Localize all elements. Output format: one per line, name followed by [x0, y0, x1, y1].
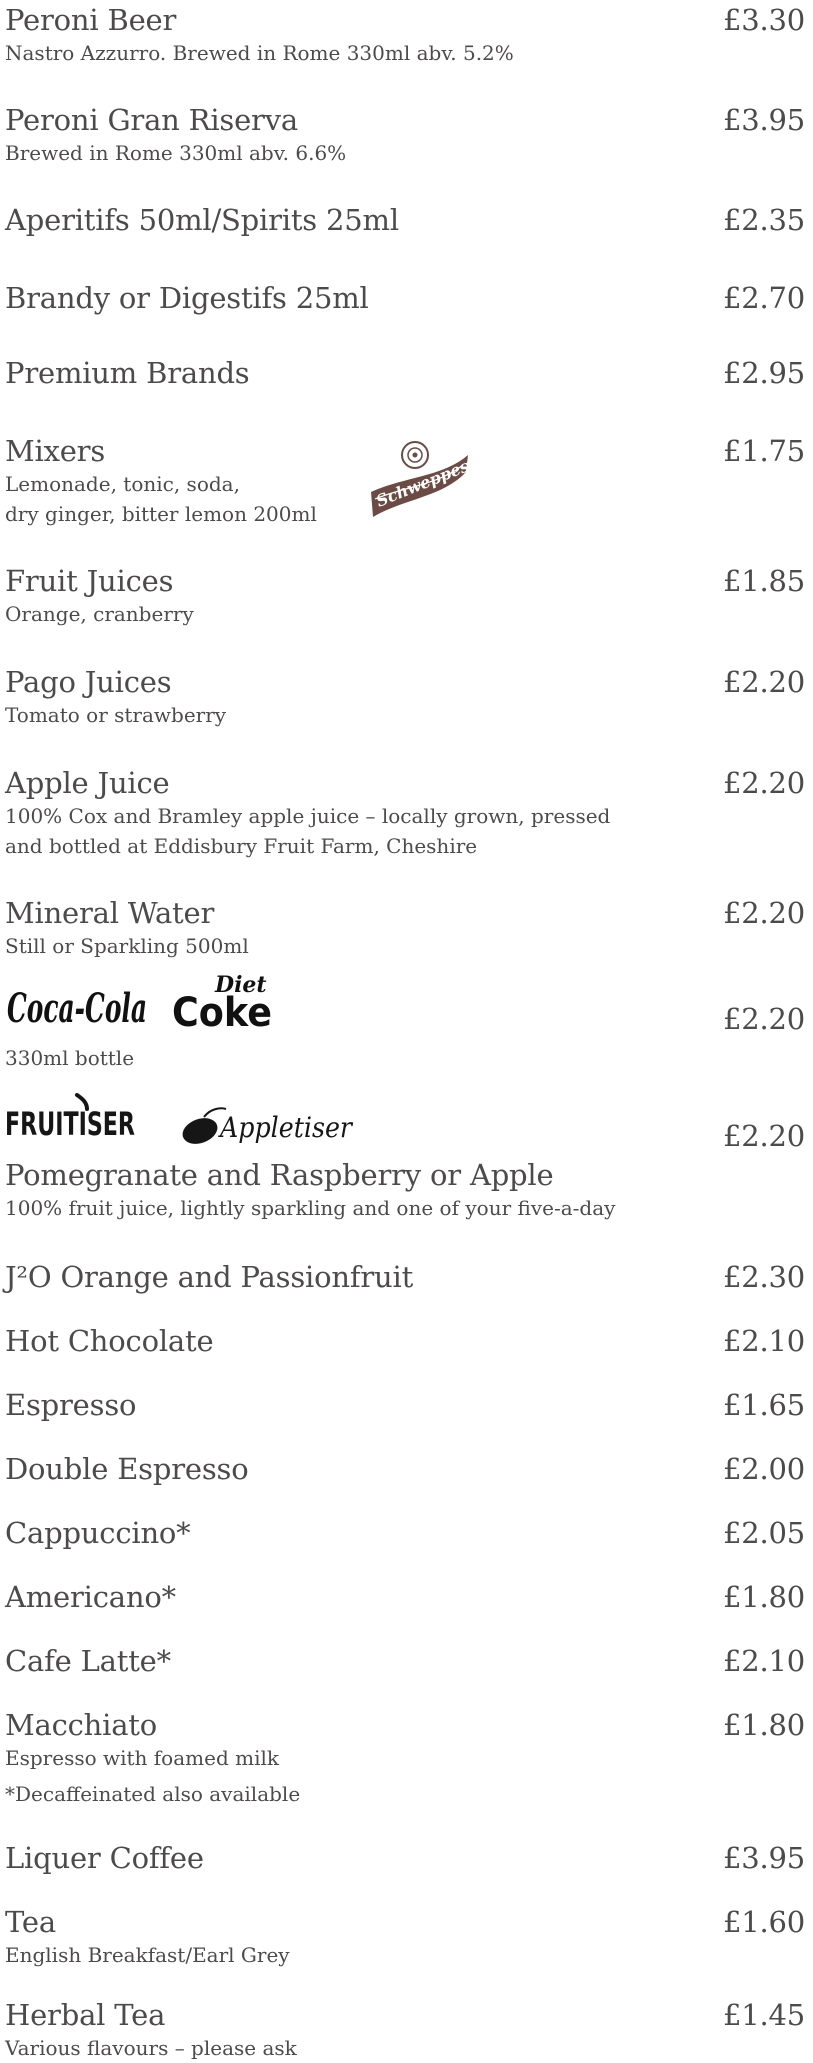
item-description: 100% fruit juice, lightly sparkling and …	[5, 1196, 616, 1220]
item-name: Americano*	[5, 1580, 176, 1614]
coke-wordmark: Coke	[172, 990, 272, 1032]
item-name: Apple Juice	[5, 766, 170, 800]
item-price: £3.95	[722, 103, 805, 137]
menu-item-liquer-coffee: Liquer Coffee £3.95	[5, 1842, 805, 1882]
menu-item-premium-brands: Premium Brands £2.95	[5, 357, 805, 397]
item-description: Lemonade, tonic, soda,	[5, 472, 240, 496]
item-price: £1.85	[722, 564, 805, 598]
item-price: £2.20	[722, 1002, 805, 1036]
item-description: and bottled at Eddisbury Fruit Farm, Che…	[5, 834, 478, 858]
item-description: Still or Sparkling 500ml	[5, 934, 249, 958]
item-price: £2.95	[722, 356, 805, 390]
item-description: Tomato or strawberry	[5, 703, 227, 727]
item-name: Cafe Latte*	[5, 1644, 171, 1678]
item-price: £3.30	[722, 3, 805, 37]
item-price: £2.30	[722, 1260, 805, 1294]
item-name: Hot Chocolate	[5, 1324, 214, 1358]
item-price: £1.80	[722, 1580, 805, 1614]
item-price: £1.60	[722, 1905, 805, 1939]
item-name: Cappuccino*	[5, 1516, 191, 1550]
item-price: £2.20	[722, 896, 805, 930]
menu-item-peroni-gran-riserva: Peroni Gran Riserva £3.95 Brewed in Rome…	[5, 104, 805, 174]
menu-item-hot-chocolate: Hot Chocolate £2.10	[5, 1325, 805, 1365]
menu-item-j2o: J²O Orange and Passionfruit £2.30	[5, 1261, 805, 1301]
item-name: Brandy or Digestifs 25ml	[5, 281, 369, 315]
diet-coke-logo: Diet Coke	[170, 972, 280, 1036]
menu-item-macchiato: Macchiato £1.80 Espresso with foamed mil…	[5, 1709, 805, 1809]
item-price: £2.10	[722, 1644, 805, 1678]
item-name: Pago Juices	[5, 665, 172, 699]
item-price: £2.05	[722, 1516, 805, 1550]
item-description: 330ml bottle	[5, 1046, 135, 1070]
menu-item-mineral-water: Mineral Water £2.20 Still or Sparkling 5…	[5, 897, 805, 967]
item-name: Pomegranate and Raspberry or Apple	[5, 1158, 554, 1192]
fruitiser-logo: FRUITISER	[5, 1093, 155, 1143]
item-price: £2.20	[722, 1119, 805, 1153]
menu-item-brandy: Brandy or Digestifs 25ml £2.70	[5, 282, 805, 322]
item-description: Nastro Azzurro. Brewed in Rome 330ml abv…	[5, 41, 514, 65]
item-price: £1.80	[722, 1708, 805, 1742]
item-name: Espresso	[5, 1388, 137, 1422]
menu-item-fruitiser: FRUITISER Appletiser £2.20 Pomegranate a…	[5, 1093, 805, 1233]
menu-item-fruit-juices: Fruit Juices £1.85 Orange, cranberry	[5, 565, 805, 635]
menu-item-apple-juice: Apple Juice £2.20 100% Cox and Bramley a…	[5, 767, 805, 867]
appletiser-logo: Appletiser	[180, 1101, 360, 1147]
item-description: Espresso with foamed milk	[5, 1746, 279, 1770]
coca-cola-logo: Coca-Cola	[5, 984, 155, 1034]
item-name: Mineral Water	[5, 896, 215, 930]
menu-item-peroni-beer: Peroni Beer £3.30 Nastro Azzurro. Brewed…	[5, 4, 805, 74]
item-name: Mixers	[5, 434, 106, 468]
item-name: Macchiato	[5, 1708, 158, 1742]
menu-item-cafe-latte: Cafe Latte* £2.10	[5, 1645, 805, 1685]
item-name: Premium Brands	[5, 356, 250, 390]
item-price: £2.70	[722, 281, 805, 315]
item-description: dry ginger, bitter lemon 200ml	[5, 502, 317, 526]
item-price: £3.95	[722, 1841, 805, 1875]
menu-item-americano: Americano* £1.80	[5, 1581, 805, 1621]
item-price: £2.00	[722, 1452, 805, 1486]
menu-item-double-espresso: Double Espresso £2.00	[5, 1453, 805, 1493]
menu-item-pago-juices: Pago Juices £2.20 Tomato or strawberry	[5, 666, 805, 736]
menu-item-tea: Tea £1.60 English Breakfast/Earl Grey	[5, 1906, 805, 1976]
item-price: £2.20	[722, 665, 805, 699]
appletiser-wordmark: Appletiser	[217, 1111, 353, 1144]
item-description: Orange, cranberry	[5, 602, 194, 626]
item-name: Double Espresso	[5, 1452, 249, 1486]
item-name: Fruit Juices	[5, 564, 174, 598]
menu-item-coca-cola: Coca-Cola Diet Coke £2.20 330ml bottle	[5, 972, 805, 1082]
item-description: Brewed in Rome 330ml abv. 6.6%	[5, 141, 347, 165]
item-name: Herbal Tea	[5, 1998, 166, 2032]
menu-item-aperitifs: Aperitifs 50ml/Spirits 25ml £2.35	[5, 204, 805, 244]
item-name: Tea	[5, 1905, 56, 1939]
schweppes-logo: Schweppes	[363, 437, 473, 532]
decaf-note: *Decaffeinated also available	[5, 1782, 301, 1806]
item-name: Peroni Gran Riserva	[5, 103, 298, 137]
item-price: £1.75	[722, 434, 805, 468]
menu-item-cappuccino: Cappuccino* £2.05	[5, 1517, 805, 1557]
menu-item-espresso: Espresso £1.65	[5, 1389, 805, 1429]
item-price: £2.35	[722, 203, 805, 237]
item-name: Peroni Beer	[5, 3, 177, 37]
item-name: J²O Orange and Passionfruit	[5, 1260, 414, 1294]
item-name: Aperitifs 50ml/Spirits 25ml	[5, 203, 399, 237]
item-description: English Breakfast/Earl Grey	[5, 1943, 290, 1967]
menu-item-mixers: Mixers £1.75 Lemonade, tonic, soda, dry …	[5, 435, 805, 535]
item-description: 100% Cox and Bramley apple juice – local…	[5, 804, 611, 828]
item-name: Liquer Coffee	[5, 1841, 204, 1875]
item-price: £1.45	[722, 1998, 805, 2032]
coca-cola-wordmark: Coca-Cola	[7, 985, 147, 1032]
item-price: £2.10	[722, 1324, 805, 1358]
fruitiser-wordmark: FRUITISER	[5, 1105, 135, 1141]
item-price: £2.20	[722, 766, 805, 800]
menu-item-herbal-tea: Herbal Tea £1.45 Various flavours – plea…	[5, 1998, 805, 2060]
item-price: £1.65	[722, 1388, 805, 1422]
